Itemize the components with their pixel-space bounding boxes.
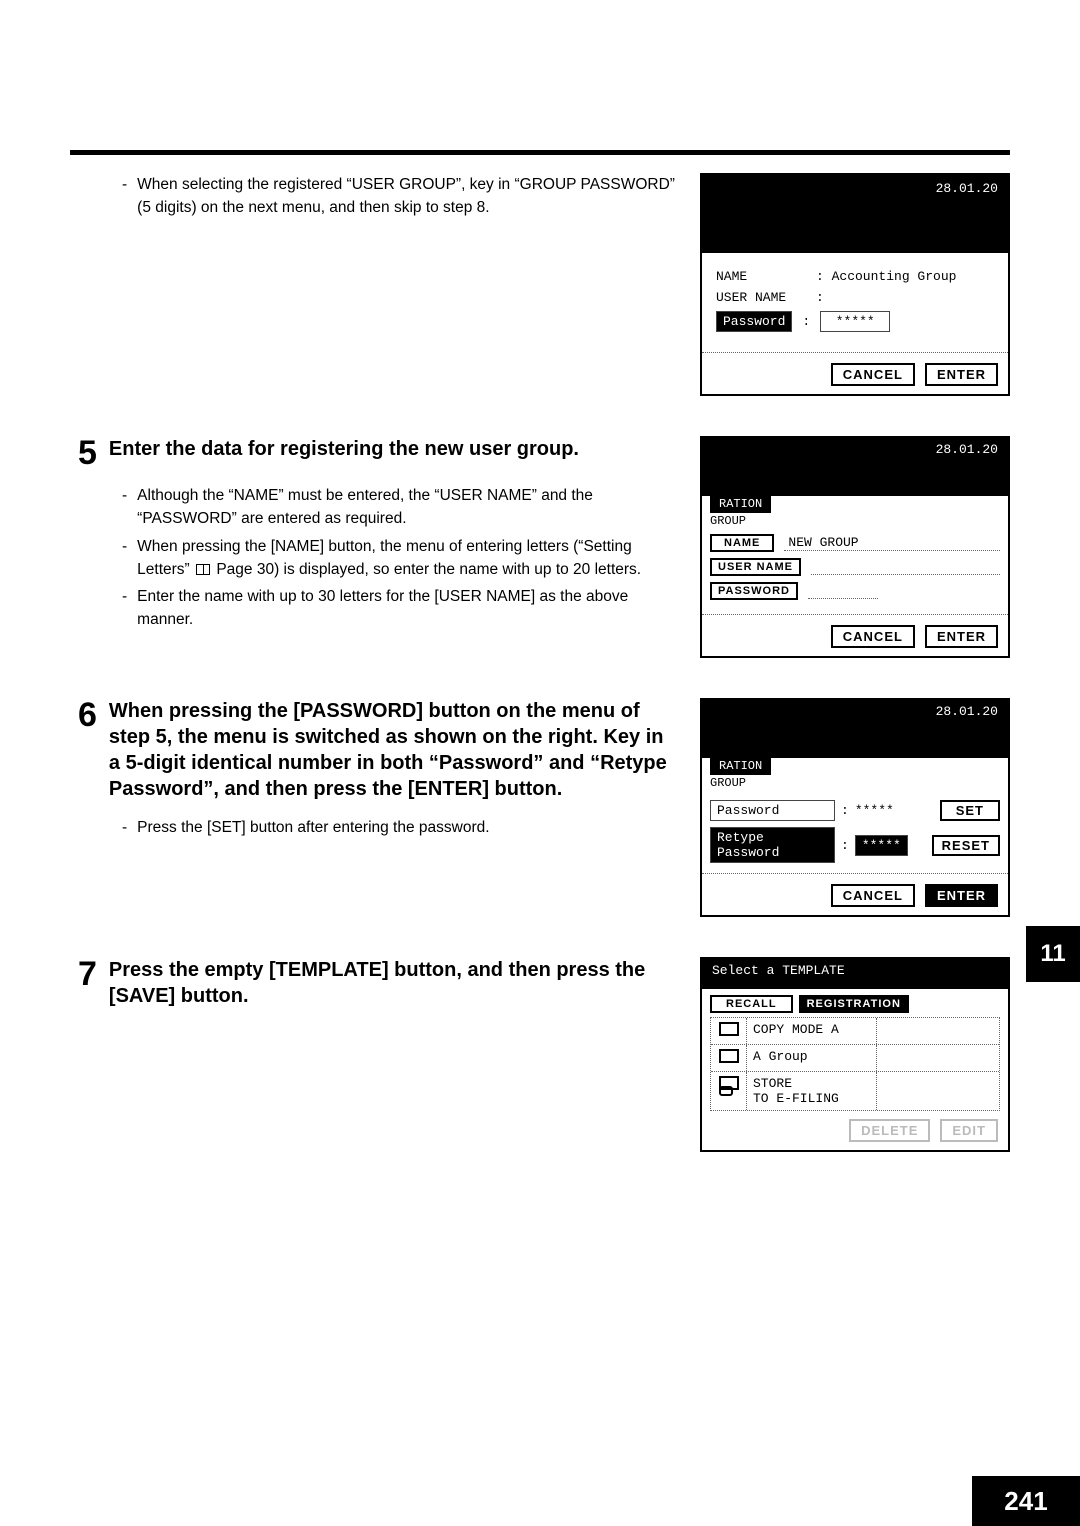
password-colon: :	[841, 803, 849, 818]
enter-button[interactable]: ENTER	[925, 884, 998, 907]
step6-title: When pressing the [PASSWORD] button on t…	[109, 698, 675, 802]
lcd-group-header: GROUP	[710, 514, 1000, 528]
step5-bullet-3: Enter the name with up to 30 letters for…	[137, 585, 675, 632]
step4-bullet-text: When selecting the registered “USER GROU…	[137, 173, 675, 220]
lcd-password-field[interactable]: Password	[716, 311, 792, 332]
step7-title: Press the empty [TEMPLATE] button, and t…	[109, 957, 675, 1009]
step5-bullet-1: Although the “NAME” must be entered, the…	[137, 484, 675, 531]
bullet-dash: -	[122, 484, 127, 531]
template-icon	[719, 1049, 739, 1063]
template-empty-slot[interactable]	[877, 1072, 999, 1110]
bullet-dash: -	[122, 535, 127, 582]
registration-tab[interactable]: REGISTRATION	[799, 995, 909, 1013]
retype-password-label-field: Retype Password	[710, 827, 835, 863]
step-number-5: 5	[78, 436, 97, 470]
retype-password-colon: :	[841, 838, 849, 853]
lcd-tab-ration[interactable]: RATION	[710, 757, 771, 775]
enter-button[interactable]: ENTER	[925, 363, 998, 386]
cancel-button[interactable]: CANCEL	[831, 625, 915, 648]
lcd-username-label: USER NAME	[716, 290, 806, 305]
step-number-7: 7	[78, 957, 97, 991]
bullet-dash: -	[122, 173, 127, 220]
lcd-name-value: : Accounting Group	[816, 269, 956, 284]
delete-button[interactable]: DELETE	[849, 1119, 930, 1142]
recall-tab[interactable]: RECALL	[710, 995, 793, 1013]
bullet-dash: -	[122, 585, 127, 632]
template-empty-slot[interactable]	[877, 1018, 999, 1044]
lcd-date: 28.01.20	[702, 700, 1008, 758]
cancel-button[interactable]: CANCEL	[831, 363, 915, 386]
name-input-value[interactable]: NEW GROUP	[784, 535, 1000, 551]
username-input[interactable]	[811, 559, 1000, 575]
lcd-screen-new-group: 28.01.20 RATION GROUP NAME NEW GROUP USE…	[700, 436, 1010, 658]
username-button[interactable]: USER NAME	[710, 558, 801, 576]
password-input[interactable]	[808, 583, 878, 599]
template-icon	[719, 1022, 739, 1036]
bullet-dash: -	[122, 816, 127, 839]
lcd-date: 28.01.20	[702, 175, 1008, 253]
step5-bullet-2b: Page 30) is displayed, so enter the name…	[216, 561, 641, 578]
lcd-password-colon: :	[802, 314, 810, 329]
page-top-rule	[70, 150, 1010, 155]
step5-bullet-2: When pressing the [NAME] button, the men…	[137, 535, 675, 582]
template-store-icon	[719, 1076, 739, 1090]
lcd-date: 28.01.20	[702, 438, 1008, 496]
reset-button[interactable]: RESET	[932, 835, 1000, 856]
lcd-tab-ration[interactable]: RATION	[710, 495, 771, 513]
lcd-name-label: NAME	[716, 269, 806, 284]
lcd-password-value[interactable]: *****	[820, 311, 890, 332]
password-button[interactable]: PASSWORD	[710, 582, 798, 600]
book-icon	[196, 564, 210, 575]
lcd-screen-password-prompt: 28.01.20 NAME : Accounting Group USER NA…	[700, 173, 1010, 396]
lcd-username-value: :	[816, 290, 824, 305]
step-number-6: 6	[78, 698, 97, 732]
password-label-field: Password	[710, 800, 835, 821]
template-store-efiling[interactable]: STORE TO E-FILING	[747, 1072, 877, 1110]
chapter-tab: 11	[1026, 926, 1080, 982]
step6-bullet-1: Press the [SET] button after entering th…	[137, 816, 489, 839]
name-button[interactable]: NAME	[710, 534, 774, 552]
lcd-screen-password-set: 28.01.20 RATION GROUP Password : ***** S…	[700, 698, 1010, 917]
lcd-screen-select-template: Select a TEMPLATE RECALL REGISTRATION CO…	[700, 957, 1010, 1152]
cancel-button[interactable]: CANCEL	[831, 884, 915, 907]
edit-button[interactable]: EDIT	[940, 1119, 998, 1142]
template-a-group[interactable]: A Group	[747, 1045, 877, 1071]
retype-password-value[interactable]: *****	[855, 835, 908, 856]
template-empty-slot[interactable]	[877, 1045, 999, 1071]
lcd-group-header: GROUP	[710, 776, 1000, 790]
lcd-select-template-title: Select a TEMPLATE	[702, 959, 1008, 989]
enter-button[interactable]: ENTER	[925, 625, 998, 648]
page-number: 241	[972, 1476, 1080, 1526]
set-button[interactable]: SET	[940, 800, 1000, 821]
template-copy-mode[interactable]: COPY MODE A	[747, 1018, 877, 1044]
password-value[interactable]: *****	[855, 803, 894, 818]
step5-title: Enter the data for registering the new u…	[109, 436, 579, 462]
